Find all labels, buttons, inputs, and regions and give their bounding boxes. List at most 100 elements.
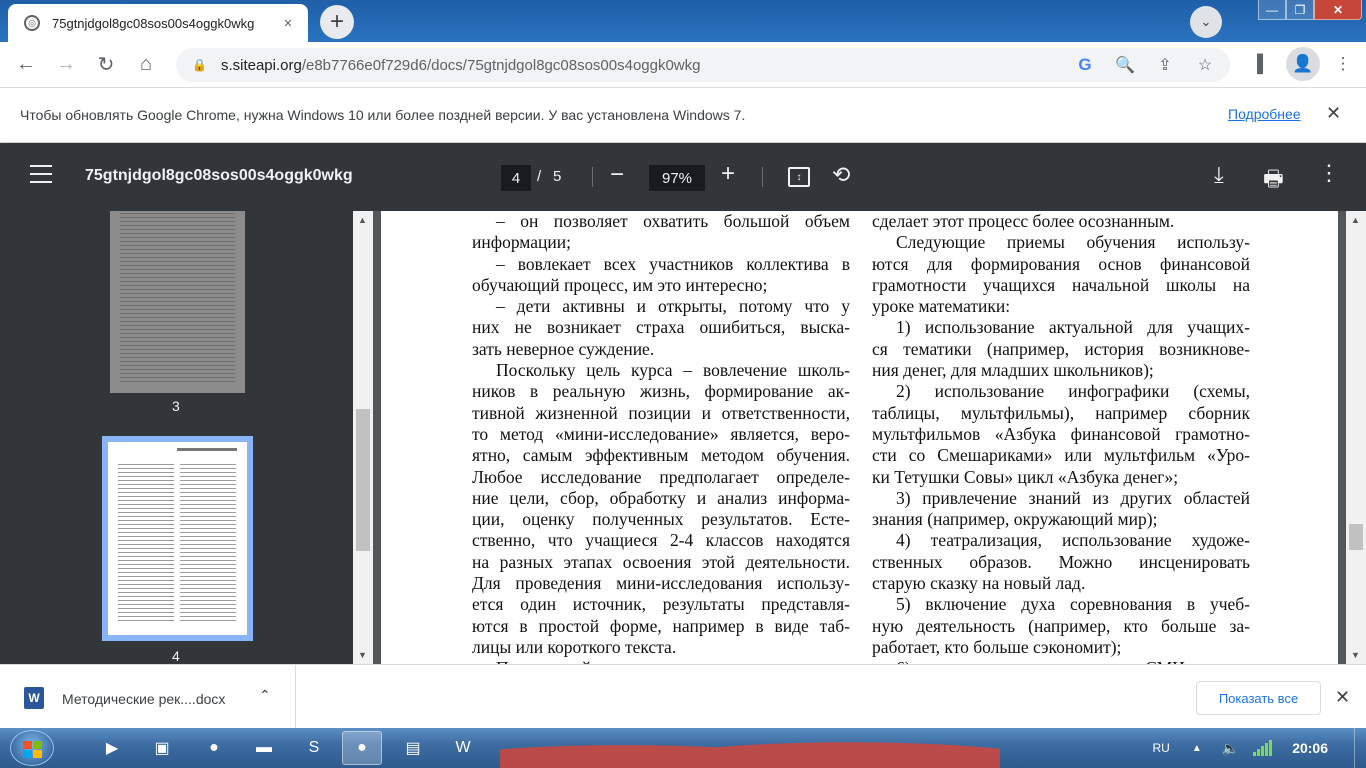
viewer-scrollbar[interactable]: ▲ ▼ xyxy=(1346,211,1366,664)
text-line: ся тематики (например, история возникнов… xyxy=(872,338,1250,359)
reload-icon[interactable]: ↻ xyxy=(88,47,124,83)
sidebar-scrollbar[interactable]: ▲ ▼ xyxy=(353,211,373,664)
text-line: знания (например, окружающий мир); xyxy=(872,509,1158,530)
speaker-icon[interactable]: 🔈 xyxy=(1222,740,1239,757)
globe-icon: ◎ xyxy=(24,15,40,31)
text-line: ников в реальную жизнь, формирование ак- xyxy=(472,381,850,402)
taskbar-network-icon[interactable]: ▣ xyxy=(142,731,182,765)
new-tab-button[interactable]: + xyxy=(320,5,354,39)
back-arrow-icon[interactable]: ← xyxy=(8,47,44,83)
network-signal-icon[interactable] xyxy=(1253,740,1273,756)
zoom-out-button[interactable]: − xyxy=(610,161,624,189)
taskbar-chrome-icon[interactable]: ● xyxy=(194,731,234,765)
google-translate-icon[interactable]: G xyxy=(1068,55,1102,75)
more-actions-icon[interactable]: ⋮ xyxy=(1318,160,1340,186)
clock[interactable]: 20:06 xyxy=(1292,740,1328,756)
window-close-button[interactable]: ✕ xyxy=(1314,0,1362,20)
download-file-name[interactable]: Методические рек....docx xyxy=(62,691,225,707)
page-thumbnail-3[interactable] xyxy=(110,211,245,393)
text-line: ются в простой форме, например в виде та… xyxy=(472,615,850,636)
windows-taskbar: ▶ ▣ ● ▬ S ● ▤ W RU ▲ 🔈 20:06 xyxy=(0,728,1366,768)
profile-avatar-icon[interactable]: 👤 xyxy=(1286,47,1320,81)
text-line: 4) театрализация, использование художе- xyxy=(896,530,1250,551)
system-tray: RU ▲ 🔈 20:06 xyxy=(1153,728,1366,768)
minimize-button[interactable]: — xyxy=(1258,0,1286,20)
text-line: – дети активны и открыты, потому что у xyxy=(496,296,850,317)
text-line: Для проведения мини-исследования использ… xyxy=(472,573,850,594)
download-shelf: W Методические рек....docx ⌃ Показать вс… xyxy=(0,664,1366,728)
right-text-column: сделает этот процесс более осознанным. Сл… xyxy=(872,211,1250,664)
sidebar-menu-icon[interactable] xyxy=(30,165,52,183)
taskbar-chrome-active-icon[interactable]: ● xyxy=(342,731,382,765)
download-icon[interactable]: ⤓ xyxy=(1214,162,1224,188)
language-indicator[interactable]: RU xyxy=(1153,741,1170,755)
text-line: работает, кто больше сэкономит); xyxy=(872,636,1122,657)
document-title: 75gtnjdgol8gc08sos00s4oggk0wkg xyxy=(85,167,353,184)
download-item[interactable]: W Методические рек....docx ⌃ xyxy=(0,665,296,728)
tab-title: 75gtnjdgol8gc08sos00s4oggk0wkg xyxy=(52,15,255,31)
tab-search-icon[interactable]: ⌄ xyxy=(1190,6,1222,38)
infobar-close-icon[interactable]: ✕ xyxy=(1326,103,1341,124)
text-line: – вовлекает всех участников коллектива в xyxy=(496,253,850,274)
start-button[interactable] xyxy=(10,730,54,766)
text-line: уроке математики: xyxy=(872,296,1011,317)
side-panel-icon[interactable]: ▌ xyxy=(1246,47,1280,81)
show-desktop-button[interactable] xyxy=(1354,728,1366,768)
chevron-up-icon[interactable]: ⌃ xyxy=(259,687,271,704)
text-line: Поскольку цель курса – вовлечение школь- xyxy=(496,360,850,381)
pdf-viewer[interactable]: – он позволяет охватить большой объем инф… xyxy=(373,211,1346,664)
lock-icon[interactable]: 🔒 xyxy=(192,58,207,72)
taskbar-media-player-icon[interactable]: ▶ xyxy=(92,731,132,765)
learn-more-link[interactable]: Подробнее xyxy=(1228,106,1301,122)
page-thumbnail-4[interactable] xyxy=(102,436,253,641)
pdf-page: – он позволяет охватить большой объем инф… xyxy=(381,211,1338,664)
share-icon[interactable]: ⇪ xyxy=(1148,55,1182,75)
chrome-menu-icon[interactable]: ⋮ xyxy=(1326,47,1360,81)
text-line: – он позволяет охватить большой объем xyxy=(496,211,850,231)
scroll-down-arrow[interactable]: ▼ xyxy=(358,650,367,660)
text-line: ции, оценку полученных результатов. Есте… xyxy=(472,509,850,530)
home-icon[interactable]: ⌂ xyxy=(128,47,164,83)
shelf-close-icon[interactable]: ✕ xyxy=(1335,687,1350,708)
taskbar-terminal-icon[interactable]: ▬ xyxy=(244,731,284,765)
maximize-button[interactable]: ❐ xyxy=(1286,0,1314,20)
text-line: старую сказку на новый лад. xyxy=(872,573,1086,594)
tab-close-icon[interactable]: × xyxy=(278,13,298,33)
scroll-down-arrow[interactable]: ▼ xyxy=(1351,650,1360,660)
taskbar-skype-icon[interactable]: S xyxy=(294,731,334,765)
tray-expand-icon[interactable]: ▲ xyxy=(1192,743,1202,754)
text-line: 3) привлечение знаний из других областей xyxy=(896,487,1250,508)
page-number-input[interactable]: 4 xyxy=(501,165,531,191)
toolbar-divider xyxy=(762,167,763,187)
scroll-up-arrow[interactable]: ▲ xyxy=(358,215,367,225)
total-pages: 5 xyxy=(553,168,562,185)
text-line: ственно, что учащиеся 2-4 классов находя… xyxy=(472,530,850,551)
zoom-level-input[interactable]: 97% xyxy=(649,165,705,191)
text-line: ственных образов. Можно инсценировать xyxy=(872,551,1250,572)
show-all-button[interactable]: Показать все xyxy=(1196,681,1321,715)
forward-arrow-icon[interactable]: → xyxy=(48,47,84,83)
fit-to-page-icon[interactable]: ↕ xyxy=(788,167,810,187)
browser-toolbar: ← → ↻ ⌂ 🔒 s.siteapi.org /e8b7766e0f729d6… xyxy=(0,42,1366,88)
rotate-icon[interactable]: ⟲ xyxy=(832,162,850,188)
text-line: 1) использование актуальной для учащих- xyxy=(896,317,1250,338)
bookmark-star-icon[interactable]: ☆ xyxy=(1188,55,1222,75)
scroll-up-arrow[interactable]: ▲ xyxy=(1351,215,1360,225)
text-line: ются для формирования основ финансовой xyxy=(872,253,1250,274)
browser-tab[interactable]: ◎ 75gtnjdgol8gc08sos00s4oggk0wkg × xyxy=(8,4,308,42)
text-line: Любое исследование предполагает определе… xyxy=(472,466,850,487)
zoom-icon[interactable]: 🔍 xyxy=(1108,55,1142,75)
scroll-thumb[interactable] xyxy=(1349,524,1363,550)
taskbar-word-icon[interactable]: W xyxy=(443,731,483,765)
text-line: лицы или короткого текста. xyxy=(472,636,677,657)
text-line: сделает этот процесс более осознанным. xyxy=(872,211,1175,231)
scroll-thumb[interactable] xyxy=(356,409,370,551)
tab-strip: ◎ 75gtnjdgol8gc08sos00s4oggk0wkg × + ⌄ —… xyxy=(0,0,1366,42)
window-controls: — ❐ ✕ xyxy=(1258,0,1362,20)
address-bar[interactable]: 🔒 s.siteapi.org /e8b7766e0f729d6/docs/75… xyxy=(176,48,1230,82)
text-line: на разных этапах освоения этой деятельно… xyxy=(472,551,850,572)
text-line: информации; xyxy=(472,232,571,253)
zoom-in-button[interactable]: + xyxy=(721,160,735,188)
taskbar-explorer-icon[interactable]: ▤ xyxy=(393,731,433,765)
print-icon[interactable]: 🖶 xyxy=(1263,162,1284,200)
